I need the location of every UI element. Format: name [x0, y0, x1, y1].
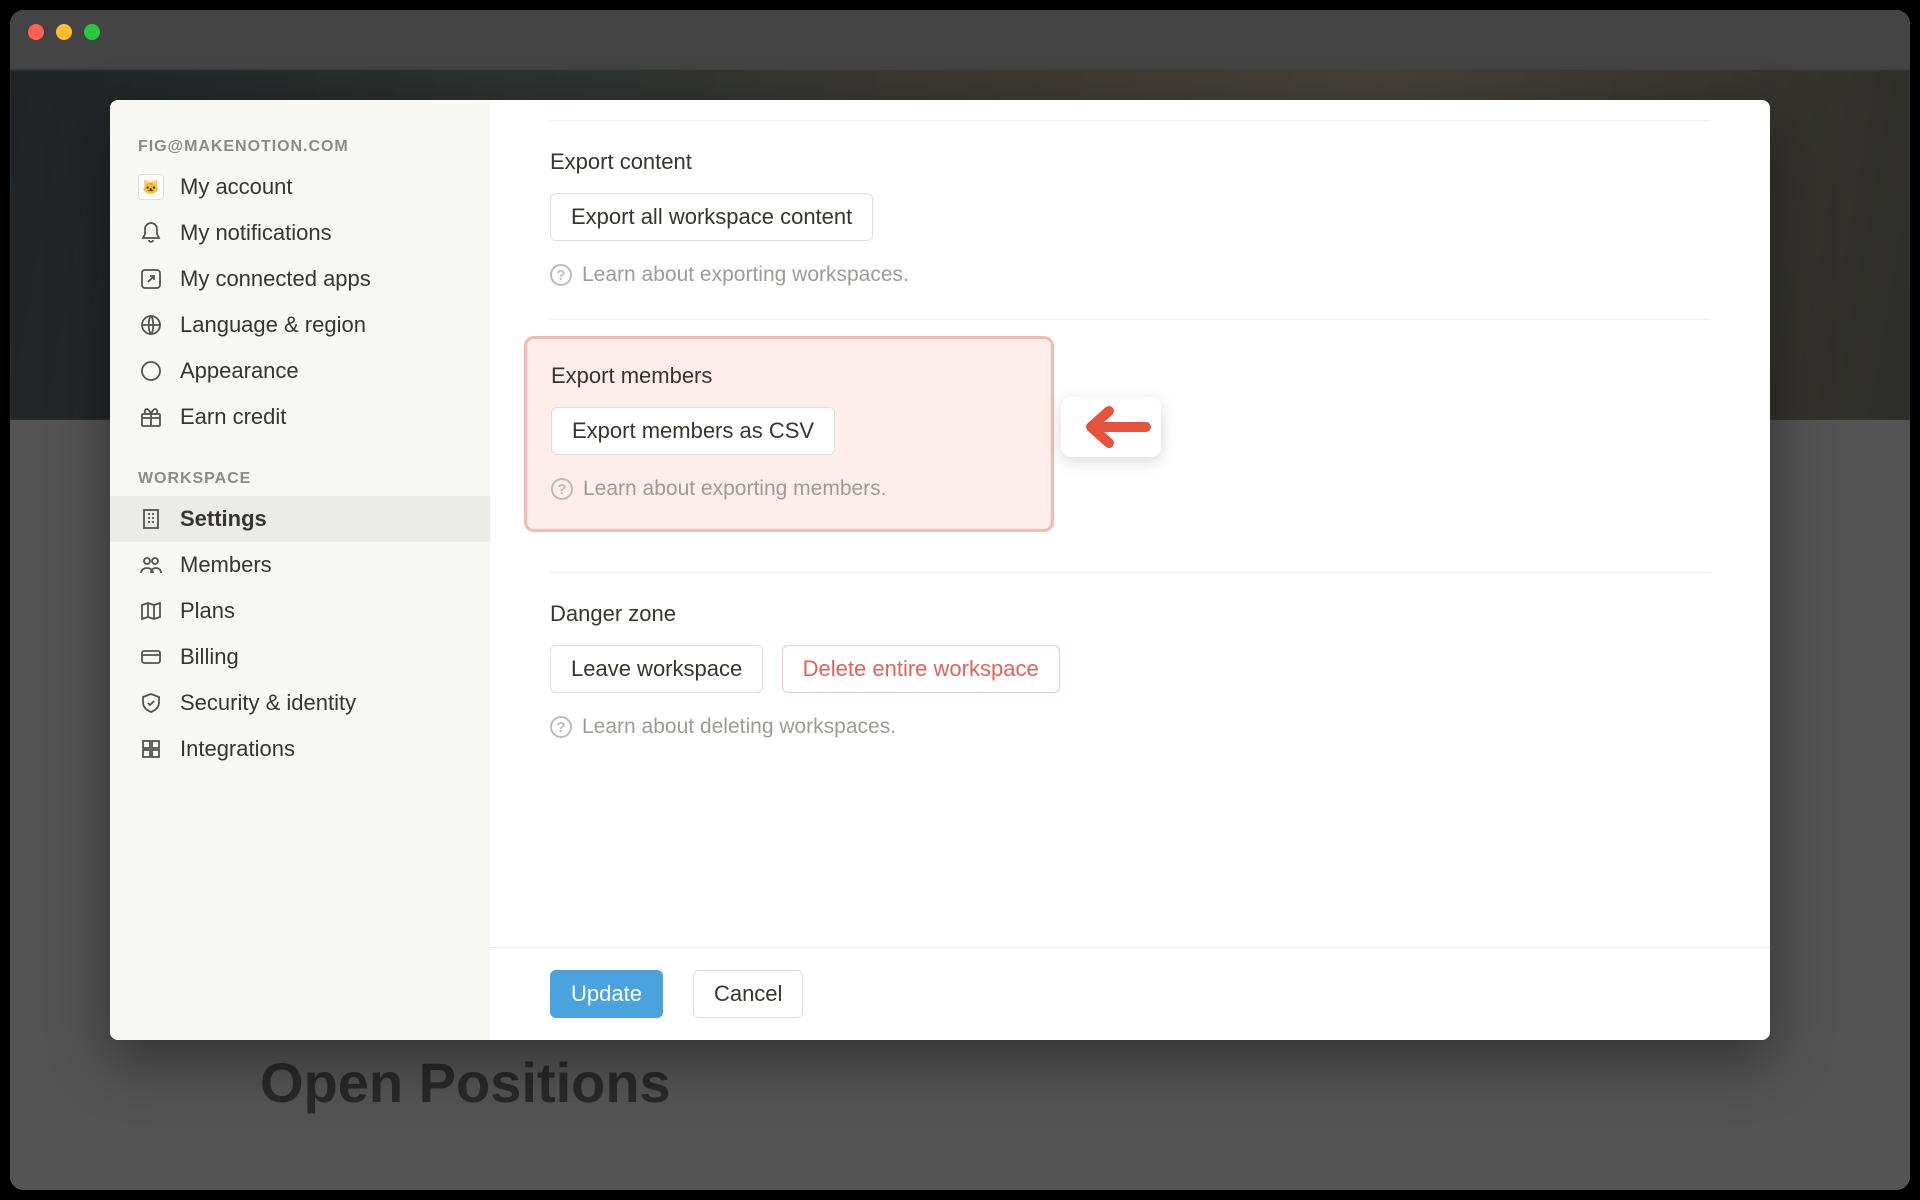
export-content-title: Export content [550, 149, 1710, 175]
export-members-highlight: Export members Export members as CSV ? L… [524, 336, 1054, 532]
sidebar-item-earn-credit[interactable]: Earn credit [110, 394, 490, 440]
arrow-left-icon [1061, 397, 1161, 457]
help-icon: ? [550, 264, 572, 286]
help-icon: ? [550, 716, 572, 738]
sidebar-item-label: Plans [180, 598, 235, 624]
sidebar-item-settings[interactable]: Settings [110, 496, 490, 542]
globe-icon [138, 312, 164, 338]
sidebar-item-language-region[interactable]: Language & region [110, 302, 490, 348]
sidebar-section-account-header: FIG@MAKENOTION.COM [110, 128, 490, 164]
window-close-button[interactable] [28, 24, 44, 40]
credit-card-icon [138, 644, 164, 670]
settings-content: Export content Export all workspace cont… [490, 100, 1770, 1040]
sidebar-item-label: Members [180, 552, 272, 578]
help-icon: ? [551, 478, 573, 500]
window-minimize-button[interactable] [56, 24, 72, 40]
moon-icon [138, 358, 164, 384]
export-members-help-link[interactable]: ? Learn about exporting members. [551, 477, 1027, 501]
sidebar-item-label: Integrations [180, 736, 295, 762]
bell-icon [138, 220, 164, 246]
help-text: Learn about exporting workspaces. [582, 263, 909, 287]
sidebar-item-my-notifications[interactable]: My notifications [110, 210, 490, 256]
export-members-csv-button[interactable]: Export members as CSV [551, 407, 835, 455]
sidebar-item-label: Earn credit [180, 404, 286, 430]
export-content-help-link[interactable]: ? Learn about exporting workspaces. [550, 263, 1710, 287]
danger-zone-help-link[interactable]: ? Learn about deleting workspaces. [550, 715, 1710, 739]
sidebar-item-label: Settings [180, 506, 267, 532]
leave-workspace-button[interactable]: Leave workspace [550, 645, 763, 693]
sidebar-item-connected-apps[interactable]: My connected apps [110, 256, 490, 302]
help-text: Learn about exporting members. [583, 477, 887, 501]
sidebar-item-label: My notifications [180, 220, 332, 246]
building-icon [138, 506, 164, 532]
cancel-button[interactable]: Cancel [693, 970, 803, 1018]
help-text: Learn about deleting workspaces. [582, 715, 896, 739]
shield-icon [138, 690, 164, 716]
external-link-icon [138, 266, 164, 292]
avatar-icon: 🐱 [138, 174, 164, 200]
grid-icon [138, 736, 164, 762]
people-icon [138, 552, 164, 578]
map-icon [138, 598, 164, 624]
sidebar-item-label: My connected apps [180, 266, 371, 292]
sidebar-item-label: My account [180, 174, 293, 200]
sidebar-item-label: Appearance [180, 358, 299, 384]
app-window: Open Positions FIG@MAKENOTION.COM 🐱 My a… [10, 10, 1910, 1190]
export-all-content-button[interactable]: Export all workspace content [550, 193, 873, 241]
sidebar-item-label: Billing [180, 644, 239, 670]
settings-sidebar: FIG@MAKENOTION.COM 🐱 My account My notif… [110, 100, 490, 1040]
sidebar-item-billing[interactable]: Billing [110, 634, 490, 680]
export-content-section: Export content Export all workspace cont… [550, 120, 1710, 319]
settings-modal: FIG@MAKENOTION.COM 🐱 My account My notif… [110, 100, 1770, 1040]
sidebar-item-label: Security & identity [180, 690, 356, 716]
export-members-section: Export members Export members as CSV ? L… [550, 319, 1710, 572]
export-members-title: Export members [551, 363, 1027, 389]
gift-icon [138, 404, 164, 430]
sidebar-item-my-account[interactable]: 🐱 My account [110, 164, 490, 210]
sidebar-item-label: Language & region [180, 312, 366, 338]
sidebar-item-plans[interactable]: Plans [110, 588, 490, 634]
delete-workspace-button[interactable]: Delete entire workspace [782, 645, 1060, 693]
danger-zone-title: Danger zone [550, 601, 1710, 627]
sidebar-item-members[interactable]: Members [110, 542, 490, 588]
window-zoom-button[interactable] [84, 24, 100, 40]
window-controls [28, 24, 100, 40]
modal-footer: Update Cancel [490, 947, 1770, 1040]
sidebar-section-workspace-header: WORKSPACE [110, 460, 490, 496]
sidebar-item-appearance[interactable]: Appearance [110, 348, 490, 394]
settings-scroll-area[interactable]: Export content Export all workspace cont… [490, 100, 1770, 947]
sidebar-item-integrations[interactable]: Integrations [110, 726, 490, 772]
danger-zone-section: Danger zone Leave workspace Delete entir… [550, 572, 1710, 771]
update-button[interactable]: Update [550, 970, 663, 1018]
sidebar-item-security-identity[interactable]: Security & identity [110, 680, 490, 726]
